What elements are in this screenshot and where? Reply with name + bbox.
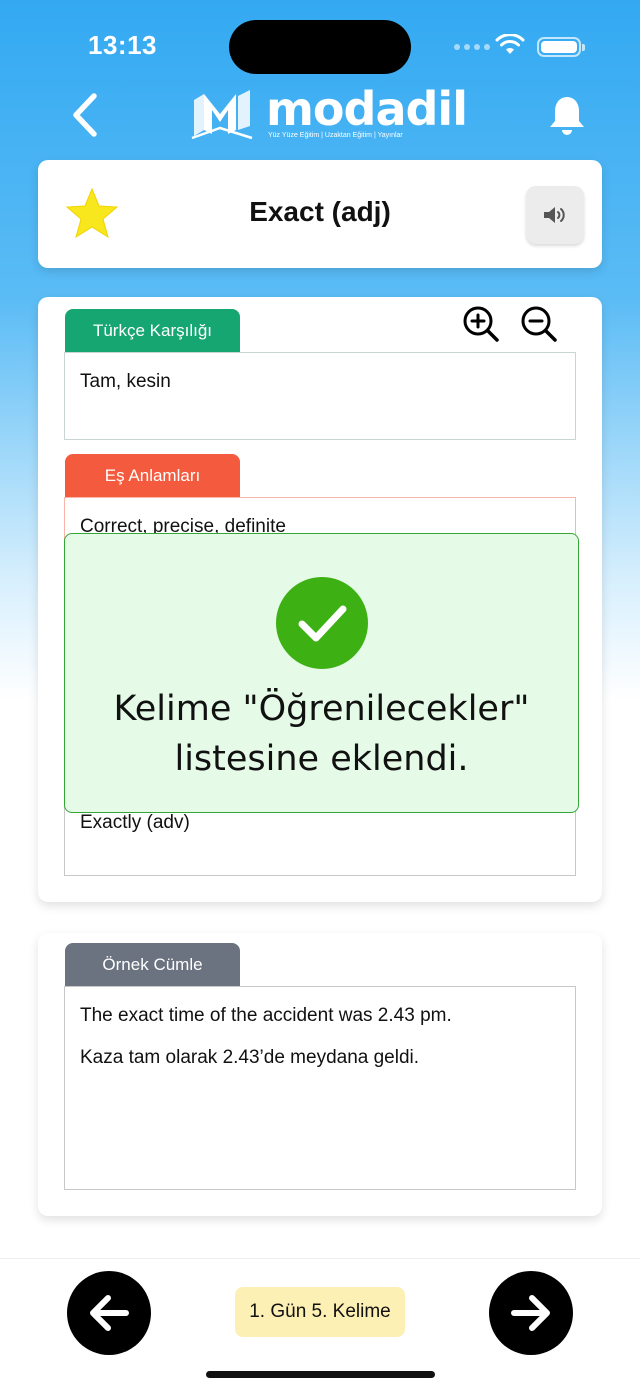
logo-text: modadil [266,82,468,136]
wifi-icon [495,34,525,54]
next-word-button[interactable] [489,1271,573,1355]
success-toast: Kelime "Öğrenilecekler" listesine eklend… [64,533,579,813]
example-sentence-tr: Kaza tam olarak 2.43’de meydana geldi. [80,1047,420,1068]
status-bar: 13:13 [0,0,640,90]
arrow-left-icon [90,1295,129,1331]
word-title: Exact (adj) [249,196,391,227]
arrow-right-icon [511,1295,550,1331]
speaker-icon [544,207,565,223]
logo-mark-icon [191,90,253,140]
dynamic-island [229,20,411,74]
previous-word-button[interactable] [67,1271,151,1355]
tab-example-sentence: Örnek Cümle [65,943,240,987]
home-indicator [206,1371,435,1378]
battery-icon [537,37,585,57]
turkish-meaning-box: Tam, kesin [64,352,576,440]
zoom-in-icon[interactable] [462,305,500,343]
example-sentence-box: The exact time of the accident was 2.43 … [64,986,576,1190]
tab-turkish-meaning: Türkçe Karşılığı [65,309,240,353]
check-icon [276,577,368,669]
cellular-signal-icon [454,44,490,50]
zoom-out-icon[interactable] [520,305,558,343]
word-card: Exact (adj) [38,160,602,268]
tab-synonyms: Eş Anlamları [65,454,240,498]
bell-icon[interactable] [547,94,587,136]
pronunciation-button[interactable] [526,186,584,244]
toast-message: Kelime "Öğrenilecekler" listesine eklend… [113,689,530,779]
turkish-meaning-text: Tam, kesin [80,371,171,392]
app-logo: modadil Yüz Yüze Eğitim | Uzaktan Eğitim… [190,82,468,146]
related-forms-text: Exactly (adv) [80,812,190,833]
logo-tagline: Yüz Yüze Eğitim | Uzaktan Eğitim | Yayın… [268,132,403,139]
status-time: 13:13 [88,30,157,60]
back-chevron-icon[interactable] [64,90,108,140]
progress-indicator: 1. Gün 5. Kelime [235,1287,405,1337]
example-sentence-en: The exact time of the accident was 2.43 … [80,1005,452,1026]
example-sentence-card: Örnek Cümle The exact time of the accide… [38,933,602,1216]
